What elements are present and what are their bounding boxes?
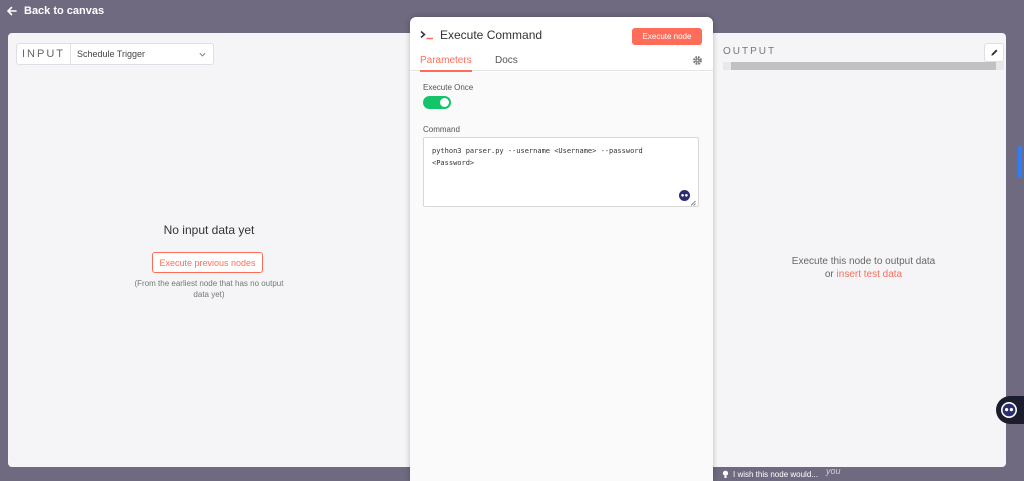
input-node-select[interactable]: Schedule Trigger — [71, 44, 213, 64]
command-input[interactable]: python3 parser.py --username <Username> … — [423, 137, 699, 207]
output-label: OUTPUT — [723, 46, 777, 57]
robot-assistant-icon — [1001, 402, 1017, 418]
execute-once-label: Execute Once — [423, 83, 474, 92]
back-to-canvas-label: Back to canvas — [24, 5, 105, 17]
tab-parameters[interactable]: Parameters — [420, 55, 472, 72]
canvas-background-text: you — [826, 466, 841, 476]
input-label: INPUT — [17, 44, 71, 64]
side-scroll-indicator — [1018, 146, 1022, 178]
execute-node-button[interactable]: Execute node — [632, 28, 702, 45]
scroll-left-arrow-icon[interactable] — [723, 62, 731, 70]
node-title[interactable]: Execute Command — [440, 28, 542, 42]
resize-handle-icon[interactable] — [690, 200, 696, 206]
input-header: INPUT Schedule Trigger — [16, 43, 214, 65]
input-panel: INPUT Schedule Trigger No input data yet… — [8, 33, 410, 467]
node-settings-panel: Execute Command Execute node Parameters … — [410, 17, 713, 481]
no-input-title: No input data yet — [163, 223, 255, 237]
insert-test-data-link[interactable]: insert test data — [837, 269, 903, 280]
assistant-bubble[interactable] — [996, 396, 1024, 424]
input-node-select-value: Schedule Trigger — [77, 49, 146, 59]
back-to-canvas-link[interactable]: Back to canvas — [6, 5, 104, 17]
input-hint: (From the earliest node that has no outp… — [134, 279, 284, 299]
arrow-left-icon — [6, 6, 17, 16]
node-tabs: Parameters Docs — [410, 53, 713, 72]
output-panel: OUTPUT Execute this node to output data … — [721, 33, 1006, 467]
feedback-prompt-text: I wish this node would... — [733, 470, 818, 479]
output-or-text: or — [824, 269, 837, 280]
scroll-right-arrow-icon[interactable] — [996, 62, 1004, 70]
execute-previous-nodes-button[interactable]: Execute previous nodes — [152, 252, 263, 273]
chevron-down-icon — [199, 52, 206, 57]
tab-docs[interactable]: Docs — [495, 55, 518, 70]
horizontal-scrollbar[interactable] — [723, 62, 1004, 70]
gear-icon[interactable] — [692, 55, 703, 66]
feedback-prompt[interactable]: I wish this node would... — [722, 470, 818, 479]
lightbulb-icon — [722, 470, 729, 478]
edit-output-button[interactable] — [984, 43, 1004, 62]
execute-once-toggle[interactable] — [423, 96, 451, 109]
terminal-icon — [420, 30, 433, 40]
pencil-icon — [990, 49, 997, 56]
output-message-line: Execute this node to output data — [791, 256, 936, 267]
command-label: Command — [423, 125, 460, 134]
parameters-area: Execute Once Command python3 parser.py -… — [410, 72, 713, 481]
output-empty-message: Execute this node to output data or inse… — [721, 255, 1006, 281]
